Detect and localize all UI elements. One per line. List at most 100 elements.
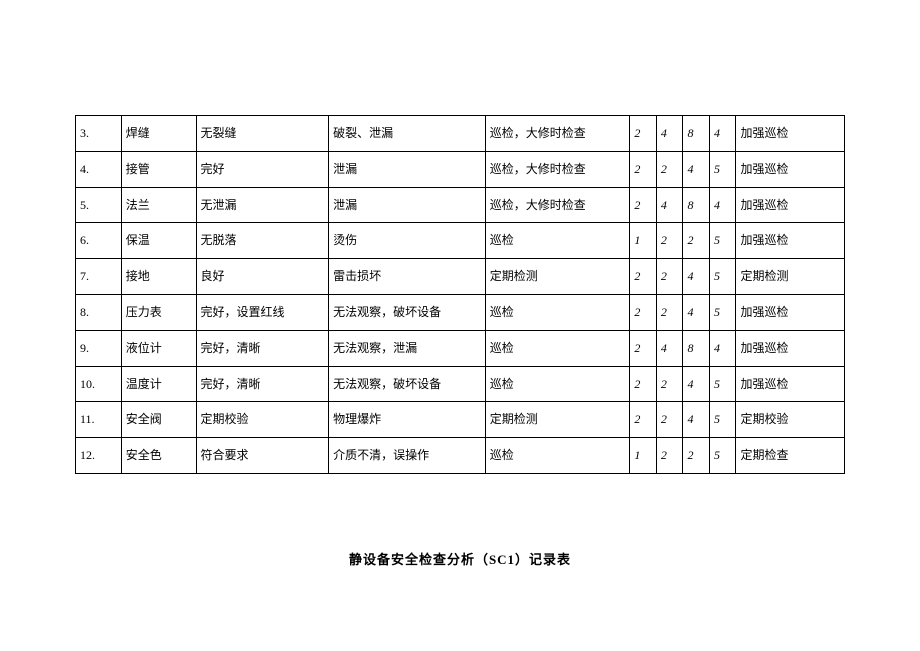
cell-n4: 5 bbox=[709, 366, 736, 402]
cell-n1: 1 bbox=[630, 438, 657, 474]
cell-n4: 5 bbox=[709, 151, 736, 187]
table-row: 4.接管完好泄漏巡检，大修时检查2245加强巡检 bbox=[76, 151, 845, 187]
cell-item: 安全阀 bbox=[121, 402, 196, 438]
cell-n4: 5 bbox=[709, 438, 736, 474]
cell-method: 定期检测 bbox=[485, 259, 630, 295]
cell-fail: 无法观察，破坏设备 bbox=[329, 294, 486, 330]
cell-item: 液位计 bbox=[121, 330, 196, 366]
cell-num: 10. bbox=[76, 366, 122, 402]
cell-n1: 2 bbox=[630, 366, 657, 402]
cell-action: 定期检查 bbox=[736, 438, 845, 474]
cell-n3: 8 bbox=[683, 116, 710, 152]
table-row: 10.温度计完好，清晰无法观察，破坏设备巡检2245加强巡检 bbox=[76, 366, 845, 402]
cell-n4: 4 bbox=[709, 330, 736, 366]
cell-fail: 破裂、泄漏 bbox=[329, 116, 486, 152]
cell-n2: 2 bbox=[656, 402, 683, 438]
cell-fail: 烫伤 bbox=[329, 223, 486, 259]
cell-std: 完好 bbox=[196, 151, 329, 187]
cell-n2: 2 bbox=[656, 294, 683, 330]
cell-num: 3. bbox=[76, 116, 122, 152]
cell-item: 保温 bbox=[121, 223, 196, 259]
cell-fail: 物理爆炸 bbox=[329, 402, 486, 438]
cell-method: 巡检，大修时检查 bbox=[485, 151, 630, 187]
cell-n3: 8 bbox=[683, 330, 710, 366]
cell-n4: 4 bbox=[709, 187, 736, 223]
cell-std: 符合要求 bbox=[196, 438, 329, 474]
cell-method: 巡检 bbox=[485, 366, 630, 402]
cell-method: 巡检 bbox=[485, 294, 630, 330]
cell-action: 加强巡检 bbox=[736, 294, 845, 330]
table-row: 3.焊缝无裂缝破裂、泄漏巡检，大修时检查2484加强巡检 bbox=[76, 116, 845, 152]
cell-action: 加强巡检 bbox=[736, 151, 845, 187]
table-row: 7.接地良好雷击损坏定期检测2245定期检测 bbox=[76, 259, 845, 295]
footer-title: 静设备安全检查分析（SC1）记录表 bbox=[75, 549, 845, 568]
cell-std: 定期校验 bbox=[196, 402, 329, 438]
cell-n2: 2 bbox=[656, 151, 683, 187]
cell-n1: 2 bbox=[630, 116, 657, 152]
document-page: 3.焊缝无裂缝破裂、泄漏巡检，大修时检查2484加强巡检4.接管完好泄漏巡检，大… bbox=[0, 0, 920, 568]
cell-num: 12. bbox=[76, 438, 122, 474]
cell-n4: 4 bbox=[709, 116, 736, 152]
table-row: 6.保温无脱落烫伤巡检1225加强巡检 bbox=[76, 223, 845, 259]
cell-action: 加强巡检 bbox=[736, 116, 845, 152]
cell-n4: 5 bbox=[709, 402, 736, 438]
cell-action: 加强巡检 bbox=[736, 366, 845, 402]
cell-action: 加强巡检 bbox=[736, 187, 845, 223]
cell-item: 法兰 bbox=[121, 187, 196, 223]
cell-n1: 2 bbox=[630, 402, 657, 438]
cell-n3: 4 bbox=[683, 366, 710, 402]
cell-n3: 2 bbox=[683, 438, 710, 474]
cell-item: 接地 bbox=[121, 259, 196, 295]
cell-n2: 2 bbox=[656, 438, 683, 474]
cell-n3: 4 bbox=[683, 402, 710, 438]
cell-std: 完好，设置红线 bbox=[196, 294, 329, 330]
cell-action: 定期校验 bbox=[736, 402, 845, 438]
cell-fail: 无法观察，破坏设备 bbox=[329, 366, 486, 402]
cell-n1: 1 bbox=[630, 223, 657, 259]
cell-method: 巡检 bbox=[485, 223, 630, 259]
cell-n3: 8 bbox=[683, 187, 710, 223]
cell-method: 定期检测 bbox=[485, 402, 630, 438]
cell-fail: 雷击损坏 bbox=[329, 259, 486, 295]
cell-method: 巡检，大修时检查 bbox=[485, 116, 630, 152]
cell-item: 安全色 bbox=[121, 438, 196, 474]
cell-method: 巡检，大修时检查 bbox=[485, 187, 630, 223]
cell-item: 压力表 bbox=[121, 294, 196, 330]
cell-num: 7. bbox=[76, 259, 122, 295]
cell-n4: 5 bbox=[709, 223, 736, 259]
cell-std: 良好 bbox=[196, 259, 329, 295]
cell-std: 完好，清晰 bbox=[196, 366, 329, 402]
table-row: 8.压力表完好，设置红线无法观察，破坏设备巡检2245加强巡检 bbox=[76, 294, 845, 330]
safety-check-table: 3.焊缝无裂缝破裂、泄漏巡检，大修时检查2484加强巡检4.接管完好泄漏巡检，大… bbox=[75, 115, 845, 474]
cell-item: 温度计 bbox=[121, 366, 196, 402]
cell-num: 9. bbox=[76, 330, 122, 366]
cell-item: 接管 bbox=[121, 151, 196, 187]
cell-n2: 4 bbox=[656, 330, 683, 366]
cell-num: 4. bbox=[76, 151, 122, 187]
table-row: 5.法兰无泄漏泄漏巡检，大修时检查2484加强巡检 bbox=[76, 187, 845, 223]
cell-n1: 2 bbox=[630, 259, 657, 295]
cell-num: 6. bbox=[76, 223, 122, 259]
table-row: 9.液位计完好，清晰无法观察，泄漏巡检2484加强巡检 bbox=[76, 330, 845, 366]
cell-n2: 2 bbox=[656, 223, 683, 259]
cell-n2: 4 bbox=[656, 187, 683, 223]
cell-n4: 5 bbox=[709, 294, 736, 330]
cell-n3: 2 bbox=[683, 223, 710, 259]
cell-action: 加强巡检 bbox=[736, 330, 845, 366]
cell-n2: 4 bbox=[656, 116, 683, 152]
cell-n3: 4 bbox=[683, 294, 710, 330]
cell-n3: 4 bbox=[683, 259, 710, 295]
cell-action: 加强巡检 bbox=[736, 223, 845, 259]
cell-n2: 2 bbox=[656, 259, 683, 295]
cell-method: 巡检 bbox=[485, 330, 630, 366]
cell-fail: 介质不清，误操作 bbox=[329, 438, 486, 474]
cell-n1: 2 bbox=[630, 151, 657, 187]
cell-n1: 2 bbox=[630, 187, 657, 223]
cell-method: 巡检 bbox=[485, 438, 630, 474]
cell-std: 无脱落 bbox=[196, 223, 329, 259]
cell-fail: 泄漏 bbox=[329, 151, 486, 187]
cell-std: 无泄漏 bbox=[196, 187, 329, 223]
cell-action: 定期检测 bbox=[736, 259, 845, 295]
cell-item: 焊缝 bbox=[121, 116, 196, 152]
cell-num: 8. bbox=[76, 294, 122, 330]
